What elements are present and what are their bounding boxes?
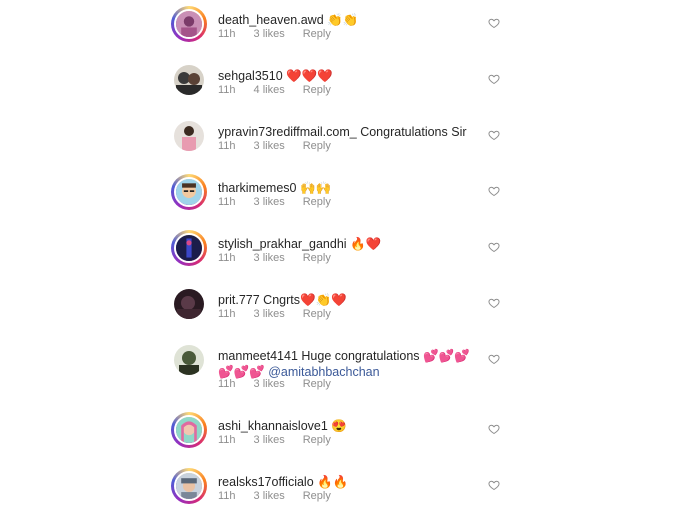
comment-text: 😍 — [327, 419, 347, 433]
likes-count[interactable]: 3 likes — [254, 434, 285, 446]
avatar[interactable] — [171, 118, 207, 154]
likes-count[interactable]: 3 likes — [254, 308, 285, 320]
reply-button[interactable]: Reply — [303, 140, 331, 152]
timestamp: 11h — [218, 434, 236, 446]
comment-text-line: ashi_khannaislove1 😍 — [218, 418, 488, 434]
comment-text-line: stylish_prakhar_gandhi 🔥❤️ — [218, 236, 488, 252]
like-heart-icon[interactable] — [488, 423, 500, 435]
username-link[interactable]: death_heaven.awd — [218, 13, 324, 27]
timestamp: 11h — [218, 196, 236, 208]
reply-button[interactable]: Reply — [303, 378, 331, 390]
reply-button[interactable]: Reply — [303, 490, 331, 502]
like-heart-icon[interactable] — [488, 17, 500, 29]
comment-meta: 11h 3 likes Reply — [218, 378, 349, 390]
likes-count[interactable]: 3 likes — [254, 490, 285, 502]
likes-count[interactable]: 3 likes — [254, 140, 285, 152]
username-link[interactable]: manmeet4141 — [218, 349, 298, 363]
like-heart-icon[interactable] — [488, 479, 500, 491]
reply-button[interactable]: Reply — [303, 196, 331, 208]
like-heart-icon[interactable] — [488, 241, 500, 253]
likes-count[interactable]: 3 likes — [254, 252, 285, 264]
reply-button[interactable]: Reply — [303, 28, 331, 40]
username-link[interactable]: ashi_khannaislove1 — [218, 419, 328, 433]
comment-text: Congratulations Sir — [356, 125, 467, 139]
comment-text-line: ypravin73rediffmail.com_ Congratulations… — [218, 124, 488, 140]
timestamp: 11h — [218, 252, 236, 264]
username-link[interactable]: stylish_prakhar_gandhi — [218, 237, 347, 251]
timestamp: 11h — [218, 28, 236, 40]
avatar[interactable] — [171, 412, 207, 448]
timestamp: 11h — [218, 490, 236, 502]
comment-text: 🔥❤️ — [346, 237, 382, 251]
mention-link[interactable]: @amitabhbachchan — [268, 365, 379, 379]
comment-meta: 11h 3 likes Reply — [218, 140, 349, 152]
reply-button[interactable]: Reply — [303, 308, 331, 320]
reply-button[interactable]: Reply — [303, 434, 331, 446]
comment-text-line: sehgal3510 ❤️❤️❤️ — [218, 68, 488, 84]
comment-meta: 11h 3 likes Reply — [218, 252, 349, 264]
likes-count[interactable]: 3 likes — [254, 196, 285, 208]
like-heart-icon[interactable] — [488, 73, 500, 85]
likes-count[interactable]: 3 likes — [254, 28, 285, 40]
username-link[interactable]: tharkimemes0 — [218, 181, 297, 195]
comment-text: 👏👏 — [323, 13, 359, 27]
avatar[interactable] — [171, 468, 207, 504]
timestamp: 11h — [218, 140, 236, 152]
comment-text-line: prit.777 Cngrts❤️👏❤️ — [218, 292, 488, 308]
comment-text: Cngrts❤️👏❤️ — [259, 293, 347, 307]
like-heart-icon[interactable] — [488, 297, 500, 309]
avatar[interactable] — [171, 174, 207, 210]
username-link[interactable]: ypravin73rediffmail.com_ — [218, 125, 357, 139]
comment-text-line: death_heaven.awd 👏👏 — [218, 12, 488, 28]
reply-button[interactable]: Reply — [303, 252, 331, 264]
username-link[interactable]: realsks17officialo — [218, 475, 314, 489]
comment-meta: 11h 3 likes Reply — [218, 490, 349, 502]
comment-meta: 11h 3 likes Reply — [218, 28, 349, 40]
username-link[interactable]: prit.777 — [218, 293, 260, 307]
comment-text-line: realsks17officialo 🔥🔥 — [218, 474, 488, 490]
like-heart-icon[interactable] — [488, 129, 500, 141]
comment-text-line: manmeet4141 Huge congratulations 💕💕💕💕💕💕 … — [218, 348, 473, 380]
avatar[interactable] — [171, 230, 207, 266]
avatar[interactable] — [171, 62, 207, 98]
timestamp: 11h — [218, 378, 236, 390]
likes-count[interactable]: 3 likes — [254, 378, 285, 390]
avatar[interactable] — [171, 342, 207, 378]
avatar[interactable] — [171, 286, 207, 322]
comment-text: 🔥🔥 — [313, 475, 349, 489]
reply-button[interactable]: Reply — [303, 84, 331, 96]
comment-meta: 11h 3 likes Reply — [218, 196, 349, 208]
avatar[interactable] — [171, 6, 207, 42]
timestamp: 11h — [218, 308, 236, 320]
comment-meta: 11h 3 likes Reply — [218, 434, 349, 446]
comment-meta: 11h 4 likes Reply — [218, 84, 349, 96]
comment-meta: 11h 3 likes Reply — [218, 308, 349, 320]
like-heart-icon[interactable] — [488, 185, 500, 197]
username-link[interactable]: sehgal3510 — [218, 69, 283, 83]
like-heart-icon[interactable] — [488, 353, 500, 365]
timestamp: 11h — [218, 84, 236, 96]
likes-count[interactable]: 4 likes — [254, 84, 285, 96]
comment-text-line: tharkimemes0 🙌🙌 — [218, 180, 488, 196]
comment-text: 🙌🙌 — [296, 181, 332, 195]
comment-text: ❤️❤️❤️ — [282, 69, 333, 83]
